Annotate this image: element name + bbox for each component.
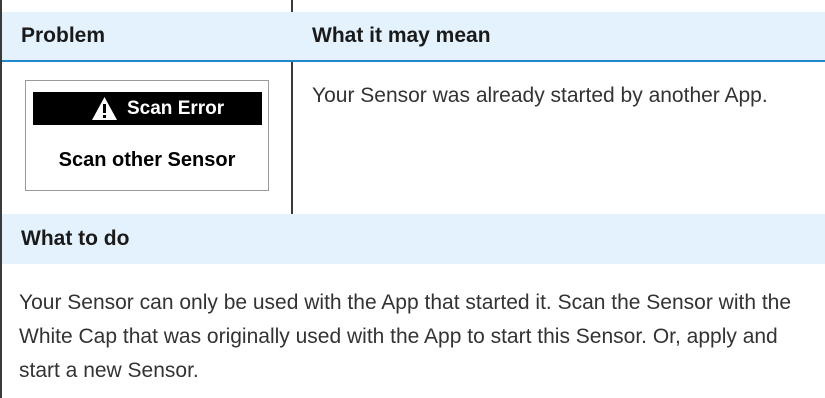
screen-message: Scan other Sensor [58,149,236,171]
what-to-do-text: Your Sensor can only be used with the Ap… [19,291,792,382]
header-what-it-may-mean: What it may mean [312,24,491,47]
warning-triangle-icon [92,97,117,120]
meaning-text: Your Sensor was already started by anoth… [312,84,768,107]
scan-error-screen-illustration: Scan Error Scan other Sensor [25,80,269,191]
screen-title-bar: Scan Error [33,92,262,125]
header-problem: Problem [21,24,106,47]
screen-title: Scan Error [127,98,225,119]
table-header-row: Problem What it may mean [2,12,825,62]
what-to-do-heading: What to do [21,227,130,250]
what-to-do-row: What to do [2,214,825,264]
troubleshooting-table: Problem What it may mean Scan Error Scan… [0,0,825,398]
